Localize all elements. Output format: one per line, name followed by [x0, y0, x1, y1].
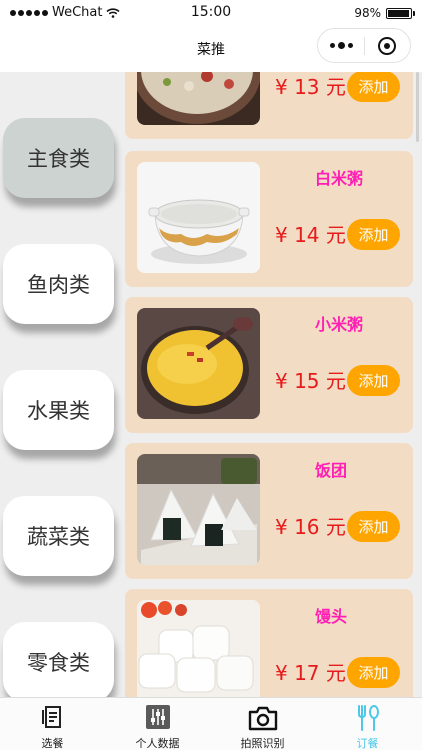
food-price: ¥ 16 元 — [275, 515, 346, 539]
tab-photo-recognize[interactable]: 拍照识别 — [210, 698, 315, 750]
food-image-steamed-bun — [137, 600, 260, 697]
nav-bar: 菜推 — [0, 26, 422, 72]
battery-percent: 98% — [354, 6, 381, 20]
main-content: 主食类 鱼肉类 水果类 蔬菜类 零食类 ¥ 13 元 添加 白米粥 ¥ 14 元… — [0, 72, 422, 697]
food-name: 馒头 — [315, 607, 348, 626]
fork-spoon-icon — [357, 705, 379, 731]
category-item-vegetable[interactable]: 蔬菜类 — [3, 496, 114, 576]
category-item-snack[interactable]: 零食类 — [3, 622, 114, 697]
food-name: 饭团 — [315, 461, 348, 480]
food-price: ¥ 17 元 — [275, 661, 346, 685]
category-item-fruit[interactable]: 水果类 — [3, 370, 114, 450]
miniprogram-capsule — [317, 28, 411, 63]
tab-label: 订餐 — [356, 737, 379, 750]
food-list[interactable]: ¥ 13 元 添加 白米粥 ¥ 14 元 添加 小米粥 ¥ 15 元 添加 饭团… — [125, 72, 413, 697]
camera-icon — [248, 706, 277, 731]
food-card: 小米粥 ¥ 15 元 添加 — [125, 297, 413, 433]
close-icon[interactable] — [365, 29, 410, 62]
add-button[interactable]: 添加 — [347, 219, 400, 250]
add-button[interactable]: 添加 — [347, 657, 400, 688]
menu-list-icon — [41, 706, 61, 728]
food-image-congee-meat — [137, 72, 260, 125]
food-price: ¥ 15 元 — [275, 369, 346, 393]
food-price: ¥ 14 元 — [275, 223, 346, 247]
food-card: ¥ 13 元 添加 — [125, 72, 413, 139]
food-image-rice-ball — [137, 454, 260, 565]
food-card: 馒头 ¥ 17 元 添加 — [125, 589, 413, 697]
food-card: 白米粥 ¥ 14 元 添加 — [125, 151, 413, 287]
food-name: 小米粥 — [315, 315, 364, 334]
tab-bar: 选餐 个人数据 拍照识别 订餐 — [0, 697, 422, 750]
tab-label: 个人数据 — [135, 737, 180, 750]
food-card: 饭团 ¥ 16 元 添加 — [125, 443, 413, 579]
tab-label: 拍照识别 — [240, 737, 285, 750]
tab-personal-data[interactable]: 个人数据 — [105, 698, 210, 750]
scrollbar[interactable] — [416, 72, 419, 142]
add-button[interactable]: 添加 — [347, 365, 400, 396]
more-icon[interactable] — [318, 29, 364, 62]
food-image-rice-porridge — [137, 162, 260, 273]
category-item-fish-meat[interactable]: 鱼肉类 — [3, 244, 114, 324]
battery-icon — [386, 7, 415, 19]
sliders-icon — [145, 705, 170, 729]
status-bar: WeChat 15:00 98% — [0, 0, 422, 26]
add-button[interactable]: 添加 — [347, 72, 400, 102]
tab-choose-meal[interactable]: 选餐 — [0, 698, 105, 750]
category-sidebar: 主食类 鱼肉类 水果类 蔬菜类 零食类 — [0, 72, 118, 697]
tab-label: 选餐 — [41, 737, 64, 750]
food-price: ¥ 13 元 — [275, 75, 346, 99]
status-right: 98% — [354, 6, 415, 20]
food-name: 白米粥 — [315, 169, 364, 188]
add-button[interactable]: 添加 — [347, 511, 400, 542]
food-image-millet-porridge — [137, 308, 260, 419]
tab-order[interactable]: 订餐 — [315, 698, 420, 750]
category-item-staple[interactable]: 主食类 — [3, 118, 114, 198]
